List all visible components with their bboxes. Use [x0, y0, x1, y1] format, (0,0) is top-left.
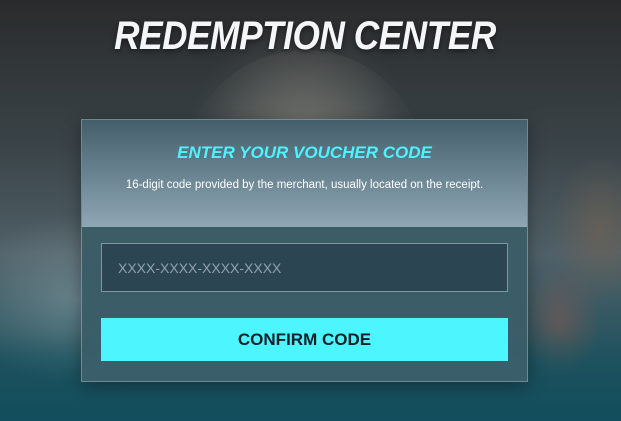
voucher-description: 16-digit code provided by the merchant, …	[125, 179, 484, 191]
voucher-code-input[interactable]	[101, 243, 508, 292]
confirm-code-button[interactable]: CONFIRM CODE	[101, 318, 508, 361]
voucher-panel-body: CONFIRM CODE	[82, 227, 527, 381]
voucher-heading: ENTER YOUR VOUCHER CODE	[177, 143, 432, 162]
page-title: REDEMPTION CENTER	[114, 14, 496, 58]
voucher-panel-header: ENTER YOUR VOUCHER CODE 16-digit code pr…	[82, 120, 527, 227]
voucher-panel: ENTER YOUR VOUCHER CODE 16-digit code pr…	[81, 119, 528, 382]
